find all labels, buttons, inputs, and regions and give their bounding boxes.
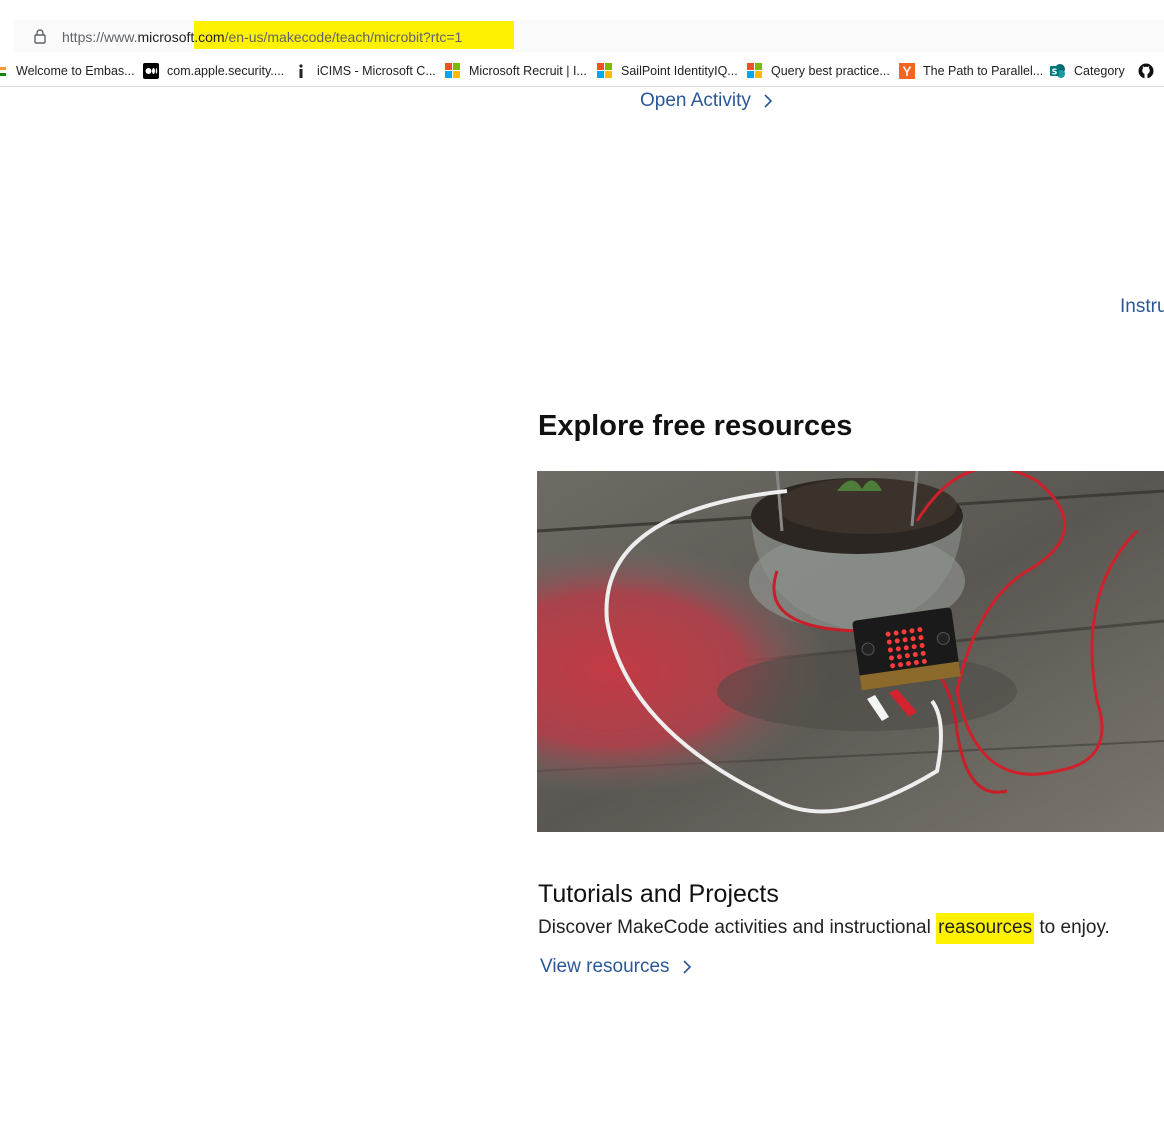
view-resources-link[interactable]: View resources: [540, 956, 692, 978]
bookmark-item[interactable]: SailPoint IdentityIQ...: [597, 62, 738, 80]
bookmark-item[interactable]: [1138, 62, 1162, 80]
address-bar[interactable]: https://www.microsoft.com/en-us/makecode…: [14, 20, 1164, 52]
open-activity-label: Open Activity: [640, 90, 751, 111]
flag-icon: [0, 67, 6, 76]
section-title: Explore free resources: [538, 410, 853, 442]
bookmark-item[interactable]: Query best practice...: [747, 62, 890, 80]
bookmark-item[interactable]: iCIMS - Microsoft C...: [293, 62, 436, 80]
instructions-link[interactable]: Instru: [1120, 296, 1164, 318]
bookmark-label: Category: [1074, 64, 1125, 78]
microsoft-logo-icon: [747, 63, 763, 79]
chevron-right-icon: [764, 94, 773, 108]
bookmark-label: iCIMS - Microsoft C...: [317, 64, 436, 78]
lock-icon[interactable]: [32, 28, 48, 44]
chevron-right-icon: [682, 960, 691, 974]
bookmark-item[interactable]: The Path to Parallel...: [899, 62, 1043, 80]
bookmark-item[interactable]: Microsoft Recruit | I...: [445, 62, 587, 80]
url-text[interactable]: https://www.microsoft.com/en-us/makecode…: [62, 28, 462, 46]
bookmarks-bar: Welcome to Embas... com.apple.security..…: [0, 56, 1164, 87]
microbit-plant-photo: [537, 471, 1164, 832]
info-icon: [299, 64, 303, 78]
hero-image: [537, 471, 1164, 832]
bookmark-label: com.apple.security....: [167, 64, 285, 78]
bookmark-item[interactable]: com.apple.security....: [143, 62, 284, 80]
card-description: Discover MakeCode activities and instruc…: [538, 913, 1110, 944]
sharepoint-icon: S: [1050, 64, 1065, 78]
bookmark-label: The Path to Parallel...: [923, 64, 1044, 78]
bookmark-label: SailPoint IdentityIQ...: [621, 64, 738, 78]
bookmark-label: Query best practice...: [771, 64, 890, 78]
url-path: /en-us/makecode/teach/microbit?rtc=1: [224, 29, 463, 45]
bookmark-item[interactable]: Welcome to Embas...: [0, 62, 135, 80]
card-desc-highlight: reasources: [936, 913, 1035, 944]
card-desc-before: Discover MakeCode activities and instruc…: [538, 917, 931, 938]
card-desc-after: to enjoy.: [1039, 917, 1110, 938]
github-icon: [1138, 63, 1154, 79]
view-resources-label: View resources: [540, 956, 670, 977]
microsoft-logo-icon: [445, 63, 461, 79]
bookmark-item[interactable]: S Category: [1050, 62, 1125, 80]
medium-icon: [143, 63, 159, 79]
ycombinator-icon: [899, 63, 915, 79]
open-activity-link[interactable]: Open Activity: [640, 90, 773, 112]
bookmark-label: Microsoft Recruit | I...: [469, 64, 587, 78]
svg-text:S: S: [1052, 68, 1058, 77]
bookmark-label: Welcome to Embas...: [16, 64, 135, 78]
microsoft-logo-icon: [597, 63, 613, 79]
url-host: microsoft.com: [137, 29, 225, 45]
url-prefix: https://www.: [62, 29, 138, 45]
card-title: Tutorials and Projects: [538, 880, 779, 908]
